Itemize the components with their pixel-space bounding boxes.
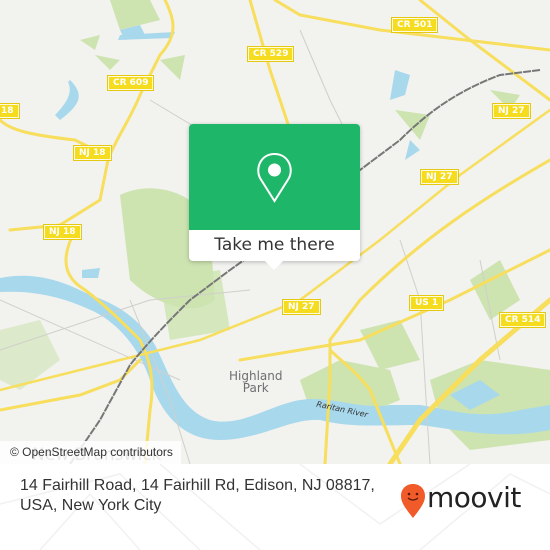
- take-me-there-button[interactable]: Take me there: [189, 230, 360, 261]
- moovit-wordmark: moovit: [427, 481, 521, 514]
- shield-nj-27: NJ 27: [282, 299, 321, 315]
- place-label-highland-park: Highland Park: [229, 370, 283, 394]
- popup-pointer: [265, 261, 283, 270]
- shield-cr-609: CR 609: [106, 75, 155, 91]
- shield-nj-18: NJ 18: [73, 145, 112, 161]
- shield-cr-514: CR 514: [498, 312, 547, 328]
- moovit-logo[interactable]: moovit: [400, 481, 535, 521]
- moovit-pin-icon: [401, 484, 425, 518]
- shield-nj-27: NJ 27: [492, 103, 531, 119]
- shield-cr-501: CR 501: [390, 17, 439, 33]
- shield-cr-529: CR 529: [246, 46, 295, 62]
- popup-header: [189, 124, 360, 230]
- map-attribution[interactable]: © OpenStreetMap contributors: [0, 441, 181, 464]
- place-label-line: Park: [242, 381, 269, 395]
- address-line: USA, New York City: [20, 497, 162, 514]
- shield-us-1: US 1: [408, 295, 445, 311]
- shield-nj-18-edge: 18: [0, 103, 20, 119]
- address-line: 14 Fairhill Road, 14 Fairhill Rd, Edison…: [20, 477, 375, 494]
- address-text: 14 Fairhill Road, 14 Fairhill Rd, Edison…: [20, 476, 380, 516]
- shield-nj-27: NJ 27: [420, 169, 459, 185]
- shield-nj-18: NJ 18: [43, 224, 82, 240]
- footer: 14 Fairhill Road, 14 Fairhill Rd, Edison…: [0, 464, 550, 550]
- location-pin-icon: [257, 152, 292, 203]
- destination-popup[interactable]: Take me there: [189, 124, 360, 270]
- map[interactable]: CR 501 CR 529 CR 609 18 NJ 18 NJ 18 NJ 2…: [0, 0, 550, 464]
